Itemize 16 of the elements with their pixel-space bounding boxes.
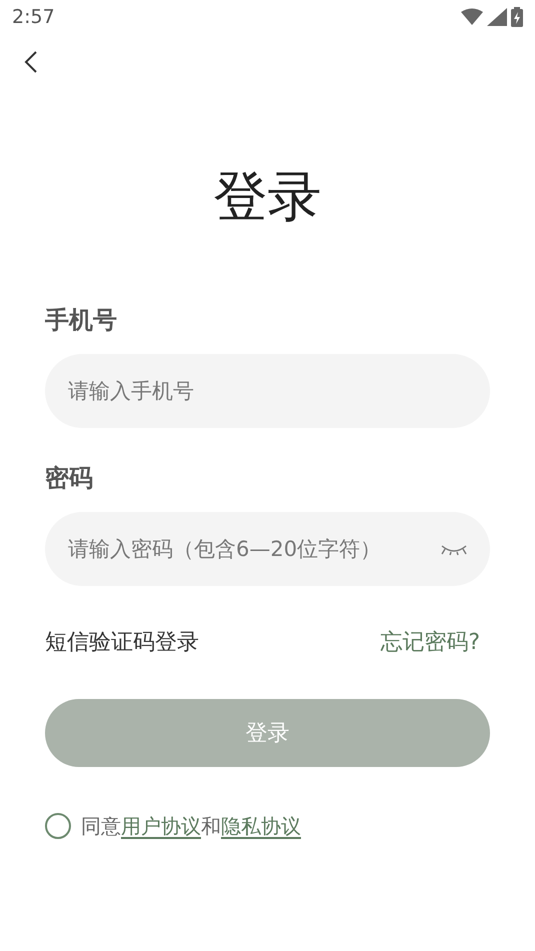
password-label: 密码 bbox=[45, 463, 94, 494]
agreement-text: 同意用户协议和隐私协议 bbox=[81, 813, 301, 840]
sms-login-link[interactable]: 短信验证码登录 bbox=[45, 626, 199, 659]
phone-label: 手机号 bbox=[45, 305, 118, 336]
signal-icon bbox=[487, 8, 507, 26]
agreement-link[interactable]: 隐私协议 bbox=[221, 814, 301, 838]
battery-icon bbox=[511, 7, 523, 27]
wifi-icon bbox=[461, 8, 483, 26]
forgot-password-link[interactable]: 忘记密码? bbox=[380, 626, 480, 659]
back-icon[interactable] bbox=[24, 50, 38, 74]
page-title: 登录 bbox=[214, 170, 322, 224]
agree-checkbox[interactable] bbox=[45, 813, 71, 839]
agreement-link[interactable]: 用户协议 bbox=[121, 814, 201, 838]
phone-field[interactable]: 请输入手机号 bbox=[45, 354, 490, 428]
password-field[interactable]: 请输入密码（包含6—20位字符） bbox=[45, 512, 490, 586]
status-time: 2:57 bbox=[12, 4, 55, 30]
